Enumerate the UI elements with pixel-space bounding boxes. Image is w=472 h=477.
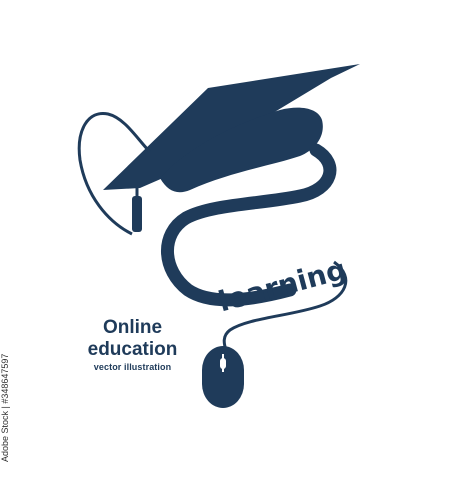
- caption-block: Online education vector illustration: [70, 318, 195, 372]
- caption-vector-illustration: vector illustration: [93, 362, 172, 372]
- caption-education: education: [87, 339, 178, 360]
- online-education-logo: learning: [77, 64, 360, 408]
- tassel-end: [132, 196, 142, 232]
- caption-online: Online: [102, 317, 163, 338]
- learning-word: learning: [215, 253, 350, 319]
- computer-mouse-icon: [202, 346, 244, 408]
- stock-id-label: Adobe Stock | #348647597: [0, 353, 10, 462]
- mouse-wheel: [220, 358, 226, 369]
